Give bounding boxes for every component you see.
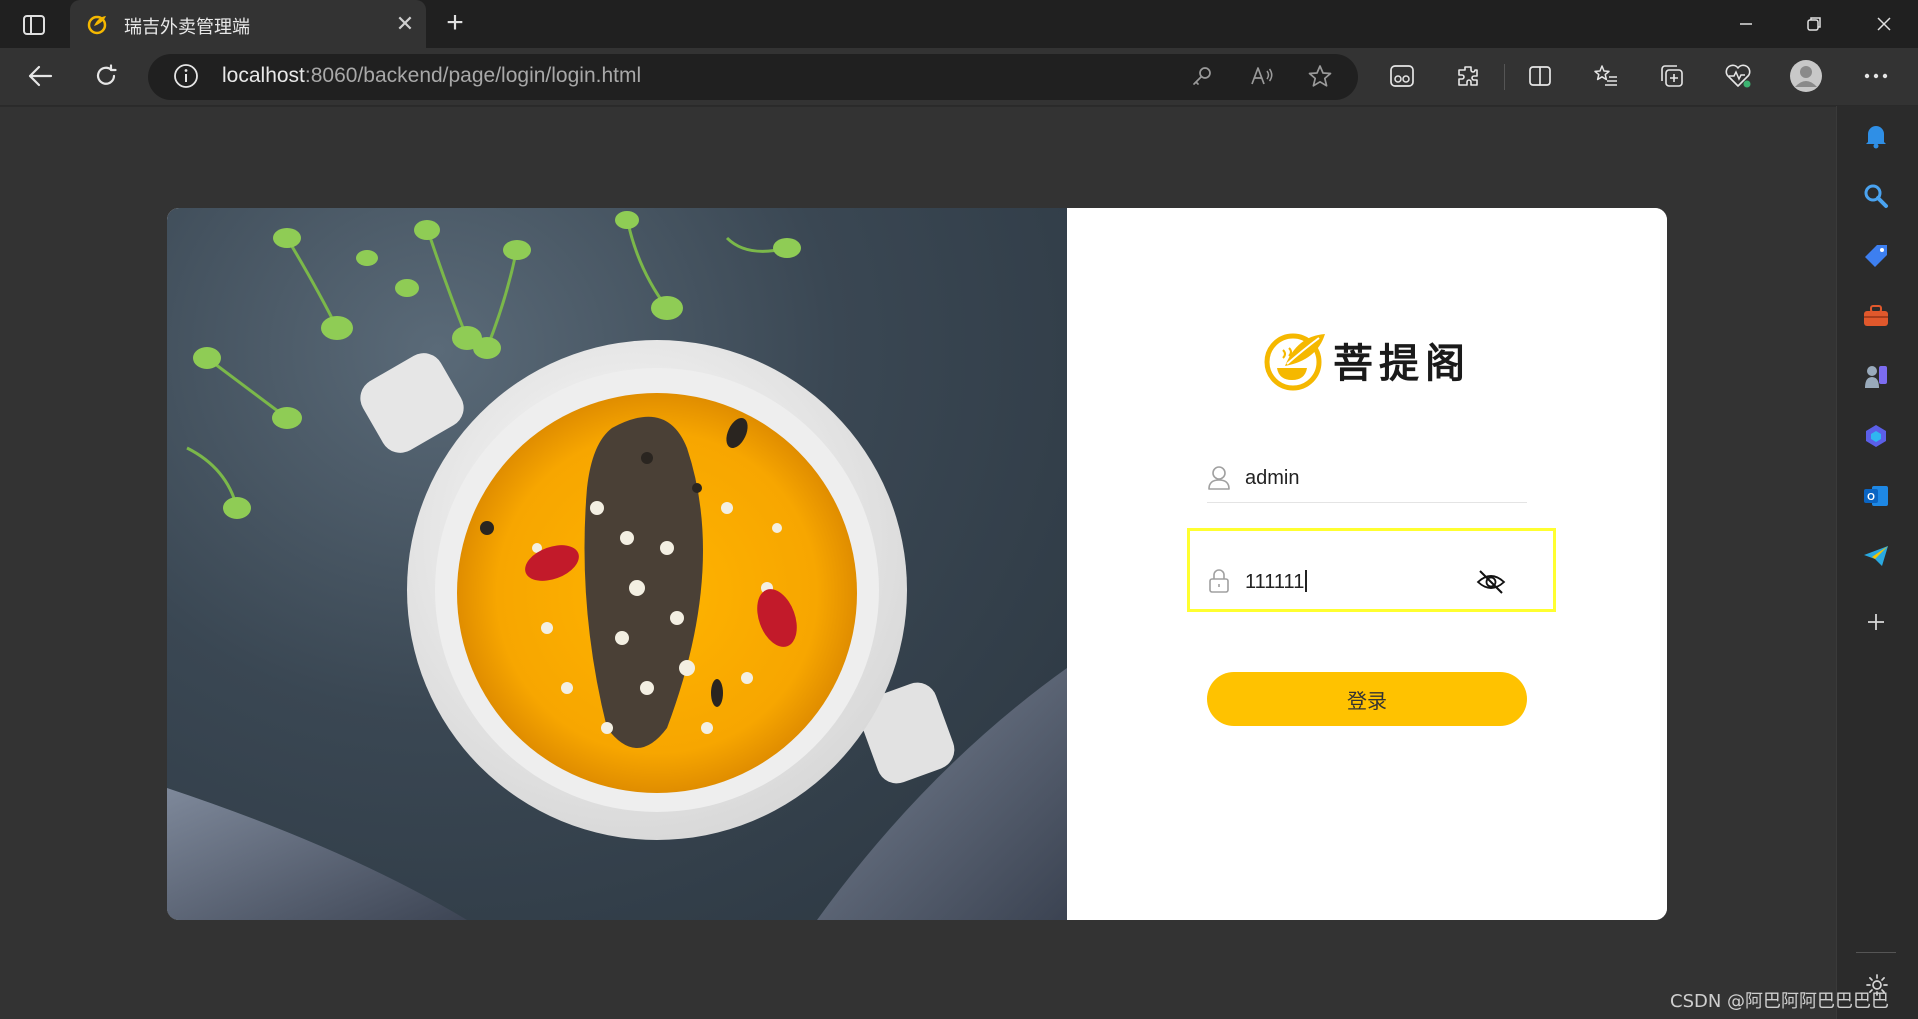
shopping-tag-icon[interactable] xyxy=(1858,238,1894,274)
telegram-icon[interactable] xyxy=(1858,538,1894,574)
tools-icon[interactable] xyxy=(1858,298,1894,334)
info-icon[interactable] xyxy=(168,58,204,94)
login-button[interactable]: 登录 xyxy=(1207,672,1527,726)
brand-logo: 菩提阁 xyxy=(1263,328,1471,392)
games-icon[interactable] xyxy=(1858,358,1894,394)
url-path: :8060/backend/page/login/login.html xyxy=(304,64,642,87)
username-value: admin xyxy=(1245,467,1300,489)
copilot-icon[interactable] xyxy=(1858,418,1894,454)
tab-title: 瑞吉外卖管理端 xyxy=(124,17,250,38)
csdn-watermark: CSDN @阿巴阿阿巴巴巴巴 xyxy=(1670,991,1890,1012)
search-icon[interactable] xyxy=(1858,178,1894,214)
outlook-icon[interactable]: O xyxy=(1858,478,1894,514)
tab-favicon-icon xyxy=(86,13,108,35)
extensions-icon[interactable] xyxy=(1450,58,1486,94)
lock-icon xyxy=(1207,568,1231,594)
password-value: 111111 xyxy=(1245,570,1308,594)
toolbar-divider xyxy=(1504,64,1505,90)
add-icon[interactable] xyxy=(1858,604,1894,640)
tab-close-icon[interactable]: ✕ xyxy=(393,12,417,36)
window-close-icon[interactable] xyxy=(1866,10,1902,38)
collections-icon[interactable] xyxy=(1654,58,1690,94)
url-text[interactable]: localhost:8060/backend/page/login/login.… xyxy=(222,64,641,88)
key-icon[interactable] xyxy=(1184,58,1220,94)
browser-title-bar: 瑞吉外卖管理端 ✕ + xyxy=(0,0,1918,48)
profile-avatar-icon[interactable] xyxy=(1788,58,1824,94)
favorite-star-icon[interactable] xyxy=(1302,58,1338,94)
sidebar-divider xyxy=(1856,952,1896,953)
read-aloud-icon[interactable] xyxy=(1244,58,1280,94)
password-field[interactable]: 111111 xyxy=(1207,556,1527,606)
split-screen-icon[interactable] xyxy=(1522,58,1558,94)
brand-name: 菩提阁 xyxy=(1333,341,1471,387)
username-field[interactable]: admin xyxy=(1207,453,1527,503)
hero-food-image xyxy=(167,208,1067,920)
back-icon[interactable] xyxy=(22,58,58,94)
eye-slash-icon[interactable] xyxy=(1475,566,1507,598)
immersive-reader-icon[interactable] xyxy=(1384,58,1420,94)
password-text: 111111 xyxy=(1245,571,1305,593)
login-form-panel: 菩提阁 admin 111111 登录 xyxy=(1067,208,1667,920)
tab-actions-icon[interactable] xyxy=(18,12,50,38)
svg-text:O: O xyxy=(1867,492,1875,503)
browser-toolbar: localhost:8060/backend/page/login/login.… xyxy=(0,48,1918,106)
browser-essentials-icon[interactable] xyxy=(1720,58,1756,94)
new-tab-icon[interactable]: + xyxy=(440,8,470,39)
login-card: 菩提阁 admin 111111 登录 xyxy=(167,208,1667,920)
restore-icon[interactable] xyxy=(1796,10,1832,38)
page-viewport: 菩提阁 admin 111111 登录 xyxy=(0,107,1836,1019)
url-host: localhost xyxy=(222,64,305,87)
bell-icon[interactable] xyxy=(1858,118,1894,154)
brand-logo-icon xyxy=(1264,333,1325,391)
more-options-icon[interactable] xyxy=(1858,58,1894,94)
user-icon xyxy=(1207,465,1231,491)
favorites-icon[interactable] xyxy=(1588,58,1624,94)
refresh-icon[interactable] xyxy=(88,58,124,94)
text-caret xyxy=(1305,570,1308,592)
minimize-icon[interactable] xyxy=(1728,10,1764,38)
